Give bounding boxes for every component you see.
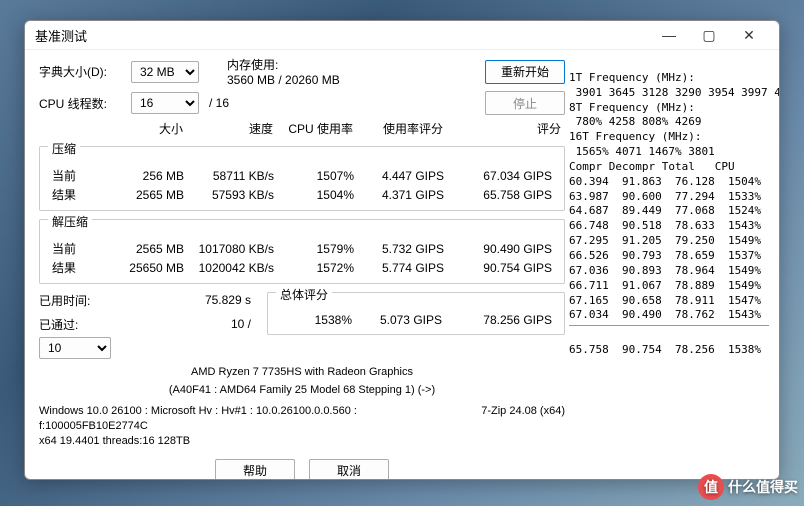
total-legend: 总体评分 bbox=[276, 286, 332, 303]
minimize-button[interactable]: — bbox=[649, 21, 689, 49]
elapsed-label: 已用时间: bbox=[39, 292, 125, 309]
dict-size-select[interactable]: 32 MB bbox=[131, 61, 199, 83]
help-button[interactable]: 帮助 bbox=[215, 459, 295, 480]
threads-label: CPU 线程数: bbox=[39, 95, 125, 112]
decompress-legend: 解压缩 bbox=[48, 213, 92, 230]
cpu-detail: (A40F41 : AMD64 Family 25 Model 68 Stepp… bbox=[39, 384, 565, 396]
os-info: Windows 10.0 26100 : Microsoft Hv : Hv#1… bbox=[39, 404, 357, 419]
table-row: 当前 2565 MB 1017080 KB/s 1579% 5.732 GIPS… bbox=[48, 239, 556, 258]
stop-button[interactable]: 停止 bbox=[485, 91, 565, 115]
cpu-name: AMD Ryzen 7 7735HS with Radeon Graphics bbox=[39, 366, 565, 378]
maximize-button[interactable]: ▢ bbox=[689, 21, 729, 49]
passes-value: 10 / bbox=[131, 317, 267, 331]
feature-flags: f:100005FB10E2774C bbox=[39, 419, 565, 434]
total-rating-group: 总体评分 1538% 5.073 GIPS 78.256 GIPS bbox=[267, 292, 565, 335]
cancel-button[interactable]: 取消 bbox=[309, 459, 389, 480]
elapsed-value: 75.829 s bbox=[131, 293, 267, 307]
dict-size-label: 字典大小(D): bbox=[39, 63, 125, 80]
table-row: 当前 256 MB 58711 KB/s 1507% 4.447 GIPS 67… bbox=[48, 166, 556, 185]
table-row: 结果 25650 MB 1020042 KB/s 1572% 5.774 GIP… bbox=[48, 258, 556, 277]
threads-total: / 16 bbox=[209, 96, 229, 110]
table-row: 结果 2565 MB 57593 KB/s 1504% 4.371 GIPS 6… bbox=[48, 185, 556, 204]
passes-select[interactable]: 10 bbox=[39, 337, 111, 359]
compress-group: 压缩 当前 256 MB 58711 KB/s 1507% 4.447 GIPS… bbox=[39, 146, 565, 211]
column-headers: 大小 速度 CPU 使用率 使用率评分 评分 bbox=[39, 119, 565, 138]
passes-label: 已通过: bbox=[39, 316, 125, 333]
titlebar[interactable]: 基准测试 — ▢ ✕ bbox=[25, 21, 779, 50]
side-stats: 1T Frequency (MHz): 3901 3645 3128 3290 … bbox=[569, 56, 769, 480]
decompress-group: 解压缩 当前 2565 MB 1017080 KB/s 1579% 5.732 … bbox=[39, 219, 565, 284]
watermark-badge-icon: 值 bbox=[698, 474, 724, 500]
window-title: 基准测试 bbox=[35, 26, 649, 45]
benchmark-window: 基准测试 — ▢ ✕ 字典大小(D): 32 MB 内存使用: 3560 MB … bbox=[24, 20, 780, 480]
arch-info: x64 19.4401 threads:16 128TB bbox=[39, 434, 565, 449]
compress-legend: 压缩 bbox=[48, 140, 80, 157]
table-row: 1538% 5.073 GIPS 78.256 GIPS bbox=[276, 312, 556, 328]
app-version: 7-Zip 24.08 (x64) bbox=[481, 404, 565, 419]
separator bbox=[569, 325, 769, 326]
watermark-text: 什么值得买 bbox=[728, 477, 798, 497]
threads-select[interactable]: 16 bbox=[131, 92, 199, 114]
close-button[interactable]: ✕ bbox=[729, 21, 769, 49]
memory-label: 内存使用: bbox=[227, 56, 479, 73]
memory-value: 3560 MB / 20260 MB bbox=[227, 73, 479, 87]
restart-button[interactable]: 重新开始 bbox=[485, 60, 565, 84]
watermark: 值 什么值得买 bbox=[698, 474, 798, 500]
